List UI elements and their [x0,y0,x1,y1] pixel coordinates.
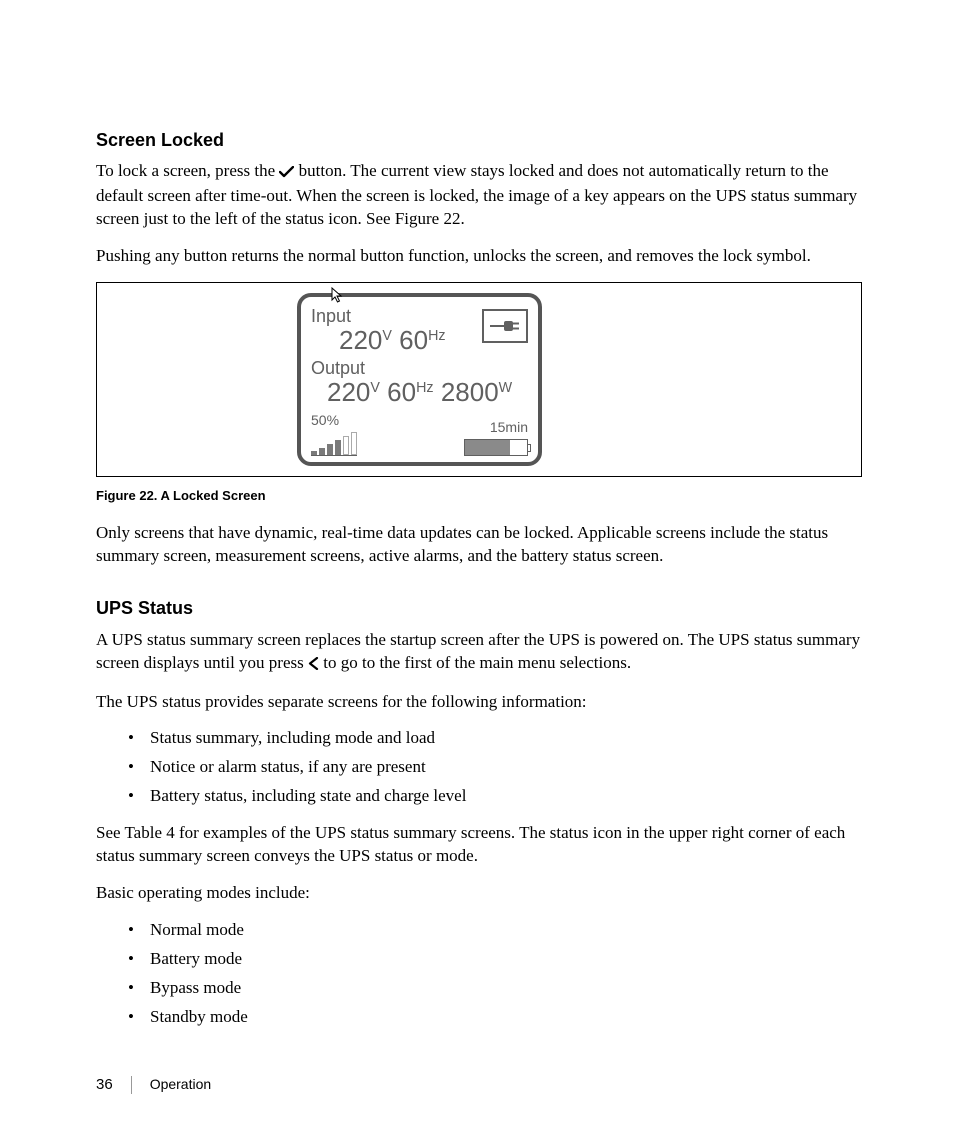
list-item: Normal mode [96,919,862,942]
figure-caption: Figure 22. A Locked Screen [96,487,862,505]
hz-unit: Hz [416,380,433,396]
page-number: 36 [96,1075,113,1095]
load-bars-icon [311,432,357,456]
document-page: Screen Locked To lock a screen, press th… [0,0,954,1145]
battery-fill [465,440,510,455]
cursor-icon [329,287,345,312]
input-value: 220V 60Hz [311,327,482,353]
hz-unit: Hz [428,328,445,344]
output-freq: 60 [387,377,416,407]
list-item: Battery status, including state and char… [96,785,862,808]
battery-icon [464,439,528,456]
list-item: Battery mode [96,948,862,971]
paragraph: See Table 4 for examples of the UPS stat… [96,822,862,868]
load-meter: 50% [311,411,357,456]
text: to go to the first of the main menu sele… [319,653,631,672]
heading-screen-locked: Screen Locked [96,128,862,152]
output-label: Output [311,359,528,377]
plug-icon [482,309,528,343]
output-value: 220V 60Hz 2800W [311,379,528,405]
list-item: Status summary, including mode and load [96,727,862,750]
chevron-left-icon [308,654,319,677]
input-freq: 60 [399,325,428,355]
output-power: 2800 [441,377,499,407]
paragraph: The UPS status provides separate screens… [96,691,862,714]
paragraph: Only screens that have dynamic, real-tim… [96,522,862,568]
page-footer: 36 Operation [96,1075,211,1095]
volt-unit: V [370,380,380,396]
runtime-label: 15min [464,418,528,437]
volt-unit: V [382,328,392,344]
output-voltage: 220 [327,377,370,407]
battery-meter: 15min [464,418,528,456]
paragraph: Pushing any button returns the normal bu… [96,245,862,268]
list-item: Standby mode [96,1006,862,1029]
list-item: Notice or alarm status, if any are prese… [96,756,862,779]
figure-container: Input 220V 60Hz [96,282,862,477]
check-icon [279,162,294,185]
chapter-name: Operation [150,1075,211,1094]
text: To lock a screen, press the [96,161,279,180]
paragraph: A UPS status summary screen replaces the… [96,629,862,677]
load-percent: 50% [311,411,357,430]
heading-ups-status: UPS Status [96,596,862,620]
watt-unit: W [499,380,513,396]
list-item: Bypass mode [96,977,862,1000]
ups-display-screen: Input 220V 60Hz [297,293,542,466]
bullet-list: Normal mode Battery mode Bypass mode Sta… [96,919,862,1029]
input-voltage: 220 [339,325,382,355]
paragraph: To lock a screen, press the button. The … [96,160,862,231]
paragraph: Basic operating modes include: [96,882,862,905]
footer-divider [131,1076,132,1094]
bullet-list: Status summary, including mode and load … [96,727,862,808]
